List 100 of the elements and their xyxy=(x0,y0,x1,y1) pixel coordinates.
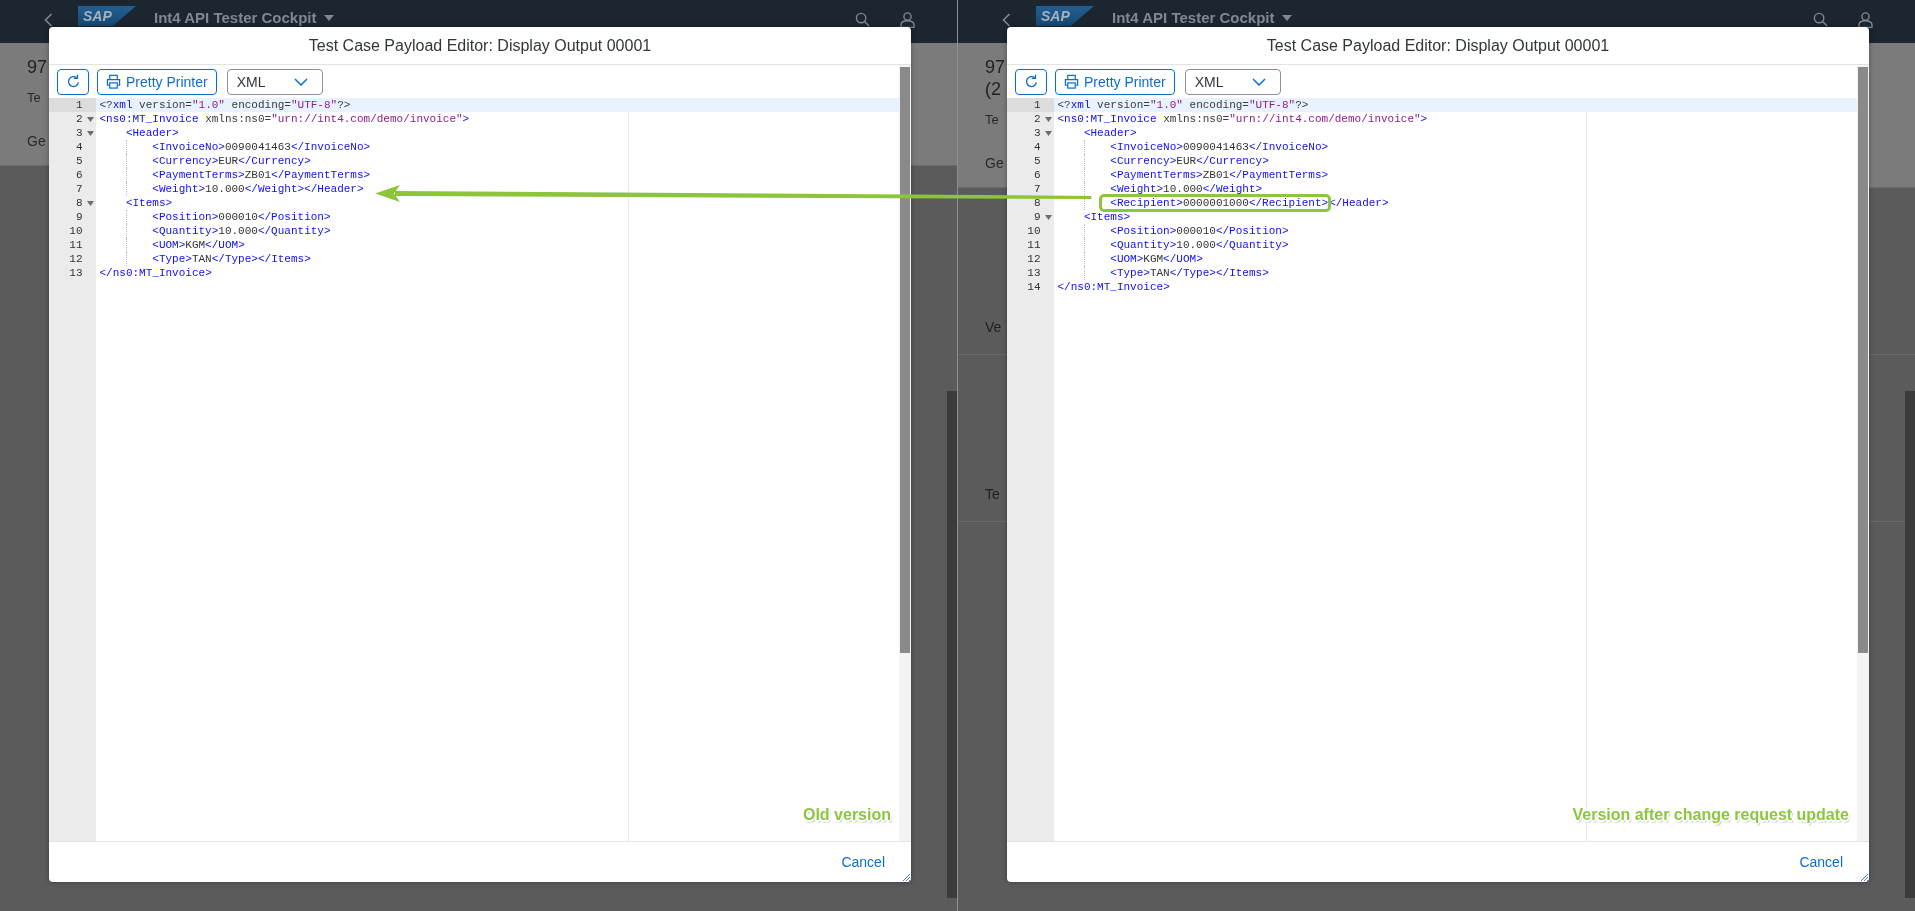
line-number: 12 xyxy=(1027,252,1041,266)
line-number: 9 xyxy=(75,210,83,224)
line-number: 5 xyxy=(1033,154,1041,168)
line-number: 3 xyxy=(75,126,83,140)
scrollbar-thumb[interactable] xyxy=(1858,67,1868,653)
format-select[interactable]: XML xyxy=(1184,68,1281,95)
line-number: 1 xyxy=(75,98,83,112)
user-icon[interactable] xyxy=(1858,12,1873,28)
line-number: 14 xyxy=(1027,280,1041,294)
app-logo: SAP xyxy=(78,6,136,26)
line-number: 4 xyxy=(75,140,83,154)
fold-caret-icon[interactable] xyxy=(1044,116,1052,122)
resize-grip-icon[interactable] xyxy=(902,873,910,881)
line-number: 4 xyxy=(1033,140,1041,154)
caret-icon xyxy=(1281,14,1292,21)
back-icon[interactable] xyxy=(44,13,53,27)
cancel-button[interactable]: Cancel xyxy=(833,848,893,876)
tab[interactable]: Ge xyxy=(985,154,1004,172)
code-line: <Type>TAN</Type></Items> xyxy=(152,252,311,266)
pretty-printer-button[interactable]: Pretty Printer xyxy=(97,68,217,95)
line-number: 9 xyxy=(1033,210,1041,224)
code-line: <UOM>KGM</UOM> xyxy=(1110,252,1203,266)
line-number: 11 xyxy=(1027,238,1041,252)
page-subtitle: Te xyxy=(27,90,41,106)
code-line: <ns0:MT_Invoice xmlns:ns0="urn://int4.com/demo/invoice"> xyxy=(99,112,470,126)
section-title: Ve xyxy=(985,318,1002,336)
code-line: <Recipient>0000001000</Recipient> xyxy=(1110,197,1329,209)
code-line: <UOM>KGM</UOM> xyxy=(152,238,245,252)
chevron-down-icon xyxy=(1251,77,1266,86)
search-icon[interactable] xyxy=(1813,12,1828,27)
annotation-label: Old version xyxy=(802,805,891,824)
line-number: 1 xyxy=(1033,98,1041,112)
code-line: <Quantity>10.000</Quantity> xyxy=(1110,238,1289,252)
line-number: 8 xyxy=(75,196,83,210)
refresh-button[interactable] xyxy=(1015,68,1047,95)
line-number: 6 xyxy=(1033,168,1041,182)
page-scrollbar[interactable] xyxy=(947,391,957,898)
fold-caret-icon[interactable] xyxy=(86,130,94,136)
code-line: <Header> xyxy=(125,126,179,140)
scrollbar[interactable] xyxy=(1857,65,1869,841)
fold-caret-icon[interactable] xyxy=(86,200,94,206)
line-number: 11 xyxy=(69,238,83,252)
line-number: 5 xyxy=(75,154,83,168)
line-number: 3 xyxy=(1033,126,1041,140)
page-title: 97 xyxy=(27,56,48,78)
code-line: </Header> xyxy=(1329,196,1389,210)
code-line: <ns0:MT_Invoice xmlns:ns0="urn://int4.com/demo/invoice"> xyxy=(1057,112,1428,126)
tab[interactable]: Ge xyxy=(27,132,46,150)
refresh-icon xyxy=(1023,74,1039,89)
code-line: <Header> xyxy=(1083,126,1137,140)
chevron-down-icon xyxy=(293,77,308,86)
line-number: 13 xyxy=(69,266,83,280)
code-line: <?xml version="1.0" encoding="UTF-8"?> xyxy=(1057,98,1309,112)
fold-caret-icon[interactable] xyxy=(86,116,94,122)
code-line: </ns0:MT_Invoice> xyxy=(99,266,212,280)
code-line: </ns0:MT_Invoice> xyxy=(1057,280,1170,294)
code-line: <InvoiceNo>0090041463</InvoiceNo> xyxy=(1110,140,1329,154)
pretty-printer-button[interactable]: Pretty Printer xyxy=(1055,68,1175,95)
dialog-title: Test Case Payload Editor: Display Output 00001 xyxy=(308,35,652,56)
code-line: <Currency>EUR</Currency> xyxy=(152,154,311,168)
line-number: 12 xyxy=(69,252,83,266)
printer-icon xyxy=(106,74,121,89)
app-logo: SAP xyxy=(1036,6,1094,26)
printer-icon xyxy=(1064,74,1079,89)
user-icon[interactable] xyxy=(900,12,915,28)
code-line: <?xml version="1.0" encoding="UTF-8"?> xyxy=(99,98,351,112)
annotation-label: Version after change request update xyxy=(1572,805,1849,824)
resize-grip-icon[interactable] xyxy=(1860,873,1868,881)
code-line: <InvoiceNo>0090041463</InvoiceNo> xyxy=(152,140,371,154)
line-number: 10 xyxy=(69,224,83,238)
caret-icon xyxy=(323,14,334,21)
fold-caret-icon[interactable] xyxy=(1044,130,1052,136)
scrollbar-thumb[interactable] xyxy=(900,67,910,653)
code-line: <Quantity>10.000</Quantity> xyxy=(152,224,331,238)
code-line: <Items> xyxy=(1083,210,1131,224)
cancel-button[interactable]: Cancel xyxy=(1791,848,1851,876)
code-line: <Weight>10.000</Weight></Header> xyxy=(152,182,364,196)
refresh-button[interactable] xyxy=(57,68,89,95)
code-line: <Type>TAN</Type></Items> xyxy=(1110,266,1269,280)
line-number: 8 xyxy=(1033,196,1041,210)
line-number: 7 xyxy=(75,182,83,196)
code-line: <Position>000010</Position> xyxy=(1110,224,1289,238)
app-title-menu[interactable]: Int4 API Tester Cockpit xyxy=(154,9,334,26)
code-line: <Position>000010</Position> xyxy=(152,210,331,224)
app-title-menu[interactable]: Int4 API Tester Cockpit xyxy=(1112,9,1292,26)
page-title: 97 xyxy=(985,56,1006,78)
code-line: <Weight>10.000</Weight> xyxy=(1110,182,1263,196)
line-number: 2 xyxy=(75,112,83,126)
back-icon[interactable] xyxy=(1002,13,1011,27)
format-select[interactable]: XML xyxy=(226,68,323,95)
dialog-title: Test Case Payload Editor: Display Output 00001 xyxy=(1266,35,1610,56)
code-line: <Currency>EUR</Currency> xyxy=(1110,154,1269,168)
line-number: 10 xyxy=(1027,224,1041,238)
page-subtitle: Te xyxy=(985,112,999,128)
fold-caret-icon[interactable] xyxy=(1044,214,1052,220)
code-line: <PaymentTerms>ZB01</PaymentTerms> xyxy=(1110,168,1329,182)
line-number: 2 xyxy=(1033,112,1041,126)
page-scrollbar[interactable] xyxy=(1905,391,1915,898)
scrollbar[interactable] xyxy=(899,65,911,841)
search-icon[interactable] xyxy=(855,12,870,27)
